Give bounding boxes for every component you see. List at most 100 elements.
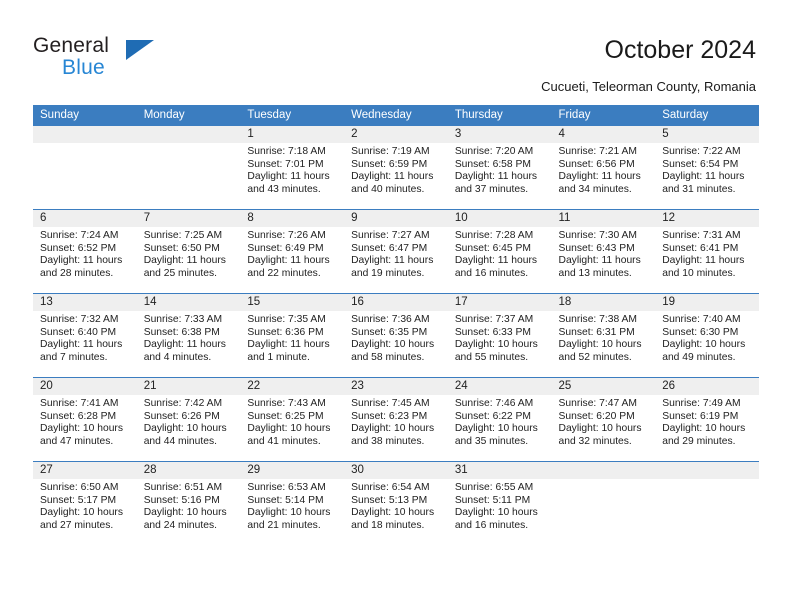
day-cell-inner: 20 Sunrise: 7:41 AM Sunset: 6:28 PM Dayligh… xyxy=(33,378,137,461)
calendar-day-cell[interactable]: 29 Sunrise: 6:53 AM Sunset: 5:14 PM Dayligh… xyxy=(240,461,345,545)
calendar-day-cell[interactable]: 14 Sunrise: 7:33 AM Sunset: 6:38 PM Dayligh… xyxy=(136,293,241,378)
day-number: 21 xyxy=(136,378,241,395)
weekday-header-tuesday: Tuesday xyxy=(240,105,345,126)
calendar-day-cell[interactable]: 3 Sunrise: 7:20 AM Sunset: 6:58 PM Daylight… xyxy=(447,125,552,210)
daylight-duration-line2: and 21 minutes. xyxy=(247,519,321,531)
sunset-time: Sunset: 6:45 PM xyxy=(454,242,531,254)
daylight-duration-line1: Daylight: 10 hours xyxy=(143,507,227,519)
daylight-duration-line2: and 34 minutes. xyxy=(558,183,632,195)
calendar-day-cell[interactable]: 2 Sunrise: 7:19 AM Sunset: 6:59 PM Daylight… xyxy=(344,125,448,210)
daylight-duration-line2: and 22 minutes. xyxy=(247,267,321,279)
sunset-time: Sunset: 6:43 PM xyxy=(558,242,635,254)
day-number: 28 xyxy=(136,462,241,479)
calendar-day-cell[interactable]: 4 Sunrise: 7:21 AM Sunset: 6:56 PM Daylight… xyxy=(551,125,656,210)
daylight-duration-line1: Daylight: 10 hours xyxy=(40,507,123,519)
weekday-header-wednesday: Wednesday xyxy=(344,105,448,126)
daylight-duration-line2: and 58 minutes. xyxy=(351,351,425,363)
calendar-day-cell[interactable]: 26 Sunrise: 7:49 AM Sunset: 6:19 PM Dayligh… xyxy=(655,377,759,462)
daylight-duration-line2: and 52 minutes. xyxy=(558,351,632,363)
daylight-duration-line1: Daylight: 11 hours xyxy=(247,255,330,267)
calendar-day-cell[interactable]: 6 Sunrise: 7:24 AM Sunset: 6:52 PM Daylight… xyxy=(33,209,137,294)
day-cell-inner: 28 Sunrise: 6:51 AM Sunset: 5:16 PM Dayligh… xyxy=(136,462,241,545)
calendar-day-cell[interactable]: 8 Sunrise: 7:26 AM Sunset: 6:49 PM Daylight… xyxy=(240,209,345,294)
logo-text-general: General xyxy=(33,34,110,57)
calendar-day-cell[interactable]: 13 Sunrise: 7:32 AM Sunset: 6:40 PM Dayligh… xyxy=(33,293,137,378)
daylight-duration-line1: Daylight: 11 hours xyxy=(662,255,745,267)
day-cell-inner: 15 Sunrise: 7:35 AM Sunset: 6:36 PM Dayligh… xyxy=(240,294,345,377)
calendar-week-row: 20 Sunrise: 7:41 AM Sunset: 6:28 PM Dayligh… xyxy=(33,377,759,462)
calendar-day-cell[interactable]: 22 Sunrise: 7:43 AM Sunset: 6:25 PM Dayligh… xyxy=(240,377,345,462)
calendar-day-cell[interactable]: 10 Sunrise: 7:28 AM Sunset: 6:45 PM Dayligh… xyxy=(447,209,552,294)
daylight-duration-line1: Daylight: 11 hours xyxy=(247,171,330,183)
day-number xyxy=(136,126,241,143)
daylight-duration-line2: and 37 minutes. xyxy=(454,183,529,195)
calendar-day-cell[interactable]: 30 Sunrise: 6:54 AM Sunset: 5:13 PM Dayligh… xyxy=(344,461,448,545)
calendar-day-cell[interactable]: 18 Sunrise: 7:38 AM Sunset: 6:31 PM Dayligh… xyxy=(551,293,656,378)
calendar-day-cell[interactable]: 25 Sunrise: 7:47 AM Sunset: 6:20 PM Dayligh… xyxy=(551,377,656,462)
day-sun-info: Sunrise: 7:43 AM Sunset: 6:25 PM Daylight:… xyxy=(240,395,344,448)
daylight-duration-line1: Daylight: 10 hours xyxy=(454,507,538,519)
day-number: 3 xyxy=(447,126,552,143)
calendar-day-cell[interactable]: 9 Sunrise: 7:27 AM Sunset: 6:47 PM Daylight… xyxy=(344,209,448,294)
calendar-day-cell[interactable]: 5 Sunrise: 7:22 AM Sunset: 6:54 PM Daylight… xyxy=(655,125,759,210)
calendar-day-cell[interactable]: 19 Sunrise: 7:40 AM Sunset: 6:30 PM Dayligh… xyxy=(655,293,759,378)
calendar-week-row: 1 Sunrise: 7:18 AM Sunset: 7:01 PM Daylight… xyxy=(33,125,759,210)
daylight-duration-line1: Daylight: 11 hours xyxy=(143,255,226,267)
calendar-day-cell[interactable]: 23 Sunrise: 7:45 AM Sunset: 6:23 PM Dayligh… xyxy=(344,377,448,462)
calendar-day-cell[interactable]: 24 Sunrise: 7:46 AM Sunset: 6:22 PM Dayligh… xyxy=(447,377,552,462)
daylight-duration-line2: and 24 minutes. xyxy=(143,519,217,531)
calendar-day-cell-empty xyxy=(33,125,137,210)
calendar-day-cell[interactable]: 15 Sunrise: 7:35 AM Sunset: 6:36 PM Dayligh… xyxy=(240,293,345,378)
sunset-time: Sunset: 6:58 PM xyxy=(454,158,531,170)
sunset-time: Sunset: 6:33 PM xyxy=(454,326,531,338)
sunrise-time: Sunrise: 7:26 AM xyxy=(247,230,326,241)
day-number: 6 xyxy=(33,210,137,227)
daylight-duration-line2: and 29 minutes. xyxy=(662,435,736,447)
daylight-duration-line2: and 35 minutes. xyxy=(454,435,529,447)
calendar-day-cell[interactable]: 1 Sunrise: 7:18 AM Sunset: 7:01 PM Daylight… xyxy=(240,125,345,210)
sunrise-time: Sunrise: 7:49 AM xyxy=(662,398,741,409)
sunset-time: Sunset: 5:13 PM xyxy=(351,494,428,506)
day-number xyxy=(551,462,656,479)
daylight-duration-line2: and 31 minutes. xyxy=(662,183,736,195)
daylight-duration-line2: and 55 minutes. xyxy=(454,351,529,363)
day-cell-inner: 31 Sunrise: 6:55 AM Sunset: 5:11 PM Dayligh… xyxy=(447,462,552,545)
calendar-day-cell[interactable]: 28 Sunrise: 6:51 AM Sunset: 5:16 PM Dayligh… xyxy=(136,461,241,545)
day-number: 9 xyxy=(344,210,448,227)
day-number: 16 xyxy=(344,294,448,311)
sunrise-time: Sunrise: 7:40 AM xyxy=(662,314,741,325)
daylight-duration-line1: Daylight: 11 hours xyxy=(454,255,538,267)
weekday-header-thursday: Thursday xyxy=(447,105,552,126)
calendar-day-cell[interactable]: 21 Sunrise: 7:42 AM Sunset: 6:26 PM Dayligh… xyxy=(136,377,241,462)
calendar-day-cell[interactable]: 20 Sunrise: 7:41 AM Sunset: 6:28 PM Dayligh… xyxy=(33,377,137,462)
calendar-grid: Sunday Monday Tuesday Wednesday Thursday… xyxy=(33,105,759,545)
day-number: 25 xyxy=(551,378,656,395)
sunset-time: Sunset: 7:01 PM xyxy=(247,158,324,170)
day-number: 12 xyxy=(655,210,759,227)
calendar-day-cell[interactable]: 17 Sunrise: 7:37 AM Sunset: 6:33 PM Dayligh… xyxy=(447,293,552,378)
daylight-duration-line1: Daylight: 11 hours xyxy=(662,171,745,183)
sunrise-time: Sunrise: 6:50 AM xyxy=(40,482,119,493)
calendar-day-cell[interactable]: 7 Sunrise: 7:25 AM Sunset: 6:50 PM Daylight… xyxy=(136,209,241,294)
sunset-time: Sunset: 6:25 PM xyxy=(247,410,324,422)
day-cell-inner: 12 Sunrise: 7:31 AM Sunset: 6:41 PM Dayligh… xyxy=(655,210,759,293)
calendar-day-cell[interactable]: 27 Sunrise: 6:50 AM Sunset: 5:17 PM Dayligh… xyxy=(33,461,137,545)
calendar-day-cell[interactable]: 31 Sunrise: 6:55 AM Sunset: 5:11 PM Dayligh… xyxy=(447,461,552,545)
calendar-week-row: 6 Sunrise: 7:24 AM Sunset: 6:52 PM Daylight… xyxy=(33,209,759,294)
daylight-duration-line1: Daylight: 10 hours xyxy=(454,339,538,351)
day-sun-info: Sunrise: 7:21 AM Sunset: 6:56 PM Daylight:… xyxy=(552,143,656,196)
calendar-day-cell[interactable]: 11 Sunrise: 7:30 AM Sunset: 6:43 PM Dayligh… xyxy=(551,209,656,294)
day-sun-info: Sunrise: 7:47 AM Sunset: 6:20 PM Daylight:… xyxy=(552,395,656,448)
calendar-day-cell[interactable]: 16 Sunrise: 7:36 AM Sunset: 6:35 PM Dayligh… xyxy=(344,293,448,378)
day-sun-info: Sunrise: 6:50 AM Sunset: 5:17 PM Daylight:… xyxy=(33,479,137,532)
day-number: 8 xyxy=(240,210,345,227)
calendar-day-cell[interactable]: 12 Sunrise: 7:31 AM Sunset: 6:41 PM Dayligh… xyxy=(655,209,759,294)
daylight-duration-line2: and 16 minutes. xyxy=(454,519,529,531)
sunrise-time: Sunrise: 7:27 AM xyxy=(351,230,430,241)
day-sun-info xyxy=(33,143,137,146)
weekday-header-row: Sunday Monday Tuesday Wednesday Thursday… xyxy=(33,105,759,126)
sunset-time: Sunset: 5:11 PM xyxy=(454,494,531,506)
day-number: 30 xyxy=(344,462,448,479)
calendar-day-cell-empty xyxy=(551,461,656,545)
sunrise-time: Sunrise: 7:31 AM xyxy=(662,230,741,241)
